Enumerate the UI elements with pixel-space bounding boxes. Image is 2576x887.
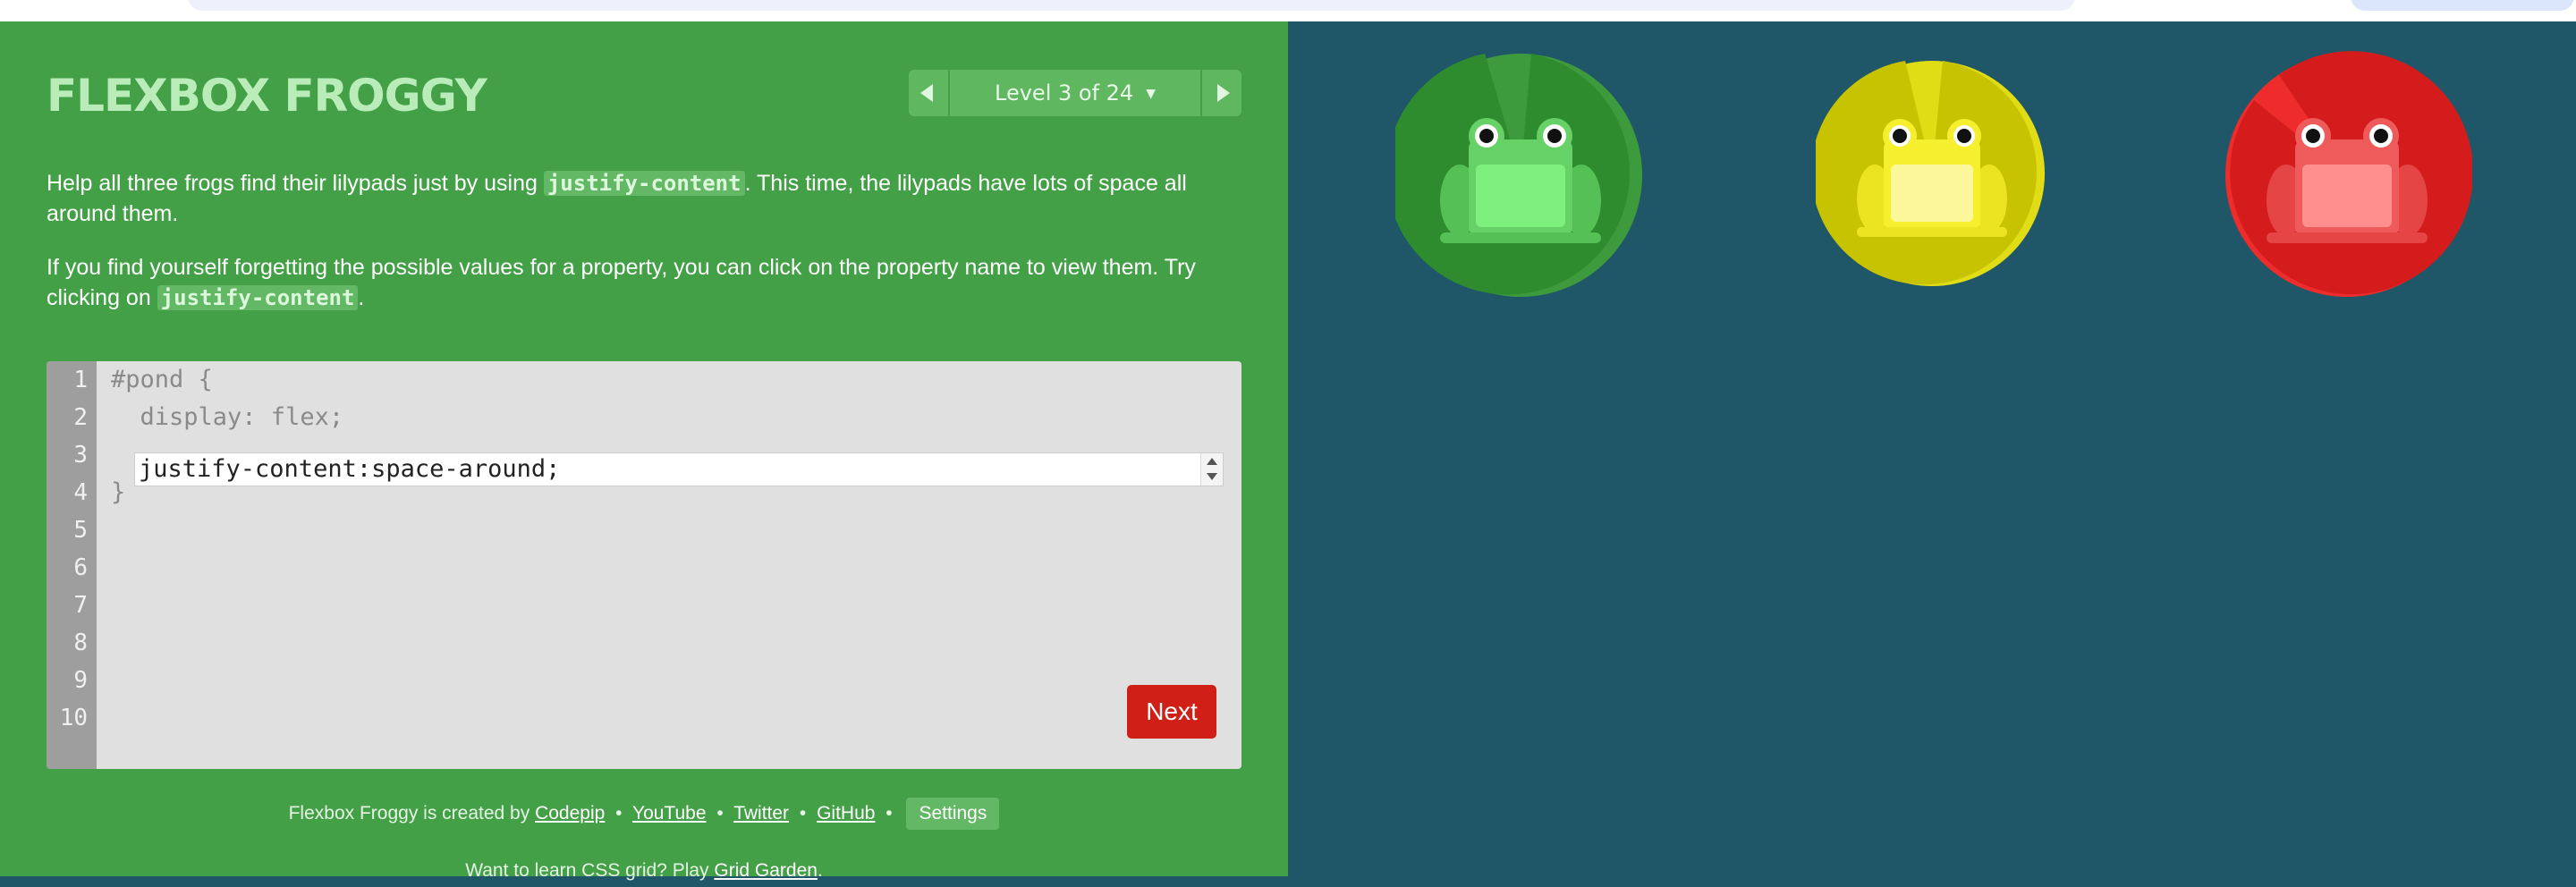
footer-grid-garden: Want to learn CSS grid? Play Grid Garden…: [0, 855, 1288, 887]
pond: [1288, 21, 2576, 876]
property-link-justify-content[interactable]: justify-content: [157, 285, 359, 310]
line-number: 6: [73, 554, 88, 581]
line-number: 7: [73, 592, 88, 619]
footer-text: Flexbox Froggy is created by: [288, 803, 530, 824]
previous-level-button[interactable]: [909, 70, 948, 116]
footer-credits: Flexbox Froggy is created by Codepip • Y…: [0, 798, 1288, 830]
browser-button[interactable]: [2351, 0, 2574, 11]
css-editor: 1 2 3 4 5 6 7 8 9 10 #pond { display: fl…: [47, 361, 1241, 769]
code-line-4: }: [111, 478, 126, 506]
page-title: Flexbox Froggy: [47, 70, 487, 122]
link-youtube[interactable]: YouTube: [632, 803, 707, 824]
line-number: 3: [73, 442, 88, 469]
code-line-2: display: flex;: [111, 403, 344, 431]
css-input-value: justify-content:space-around;: [139, 455, 561, 483]
green-frog-on-lilypad: [1395, 54, 1642, 297]
next-button[interactable]: Next: [1127, 685, 1216, 739]
level-indicator[interactable]: Level 3 of 24 ▼: [950, 70, 1200, 116]
line-number: 8: [73, 629, 88, 656]
footer-separator: •: [886, 803, 893, 824]
line-number: 10: [59, 705, 88, 731]
footer-text: Want to learn CSS grid? Play: [465, 860, 709, 881]
line-number: 5: [73, 517, 88, 544]
instruction-text: Help all three frogs find their lilypads…: [47, 171, 544, 196]
line-number-gutter: 1 2 3 4 5 6 7 8 9 10: [47, 361, 97, 769]
property-link-justify-content[interactable]: justify-content: [543, 171, 745, 196]
link-codepip[interactable]: Codepip: [535, 803, 605, 824]
line-number: 9: [73, 667, 88, 694]
footer-separator: •: [716, 803, 724, 824]
red-frog-on-lilypad: [2225, 51, 2472, 297]
link-grid-garden[interactable]: Grid Garden: [714, 860, 818, 881]
instruction-paragraph-1: Help all three frogs find their lilypads…: [47, 168, 1245, 229]
yellow-frog-on-lilypad: [1816, 61, 2045, 286]
line-number: 4: [73, 479, 88, 506]
textarea-resize-icon[interactable]: [1200, 453, 1223, 486]
level-label: Level 3 of 24: [995, 80, 1134, 106]
code-line-1: #pond {: [111, 366, 213, 393]
footer-separator: •: [799, 803, 807, 824]
settings-button[interactable]: Settings: [906, 798, 1000, 830]
level-navigator: Level 3 of 24 ▼: [909, 70, 1241, 116]
next-level-button[interactable]: [1202, 70, 1241, 116]
footer-separator: •: [615, 803, 623, 824]
instruction-paragraph-2: If you find yourself forgetting the poss…: [47, 252, 1245, 313]
address-bar[interactable]: [188, 0, 2075, 11]
instructions-panel: Flexbox Froggy Level 3 of 24 ▼ Help all t…: [0, 21, 1288, 881]
instruction-text: .: [358, 285, 365, 310]
line-number: 1: [73, 367, 88, 393]
css-input[interactable]: justify-content:space-around;: [134, 452, 1224, 486]
caret-down-icon: ▼: [1146, 87, 1156, 101]
link-github[interactable]: GitHub: [817, 803, 875, 824]
line-number: 2: [73, 404, 88, 431]
link-twitter[interactable]: Twitter: [733, 803, 789, 824]
browser-top-strip: [0, 0, 2576, 21]
footer-text: .: [817, 860, 823, 881]
